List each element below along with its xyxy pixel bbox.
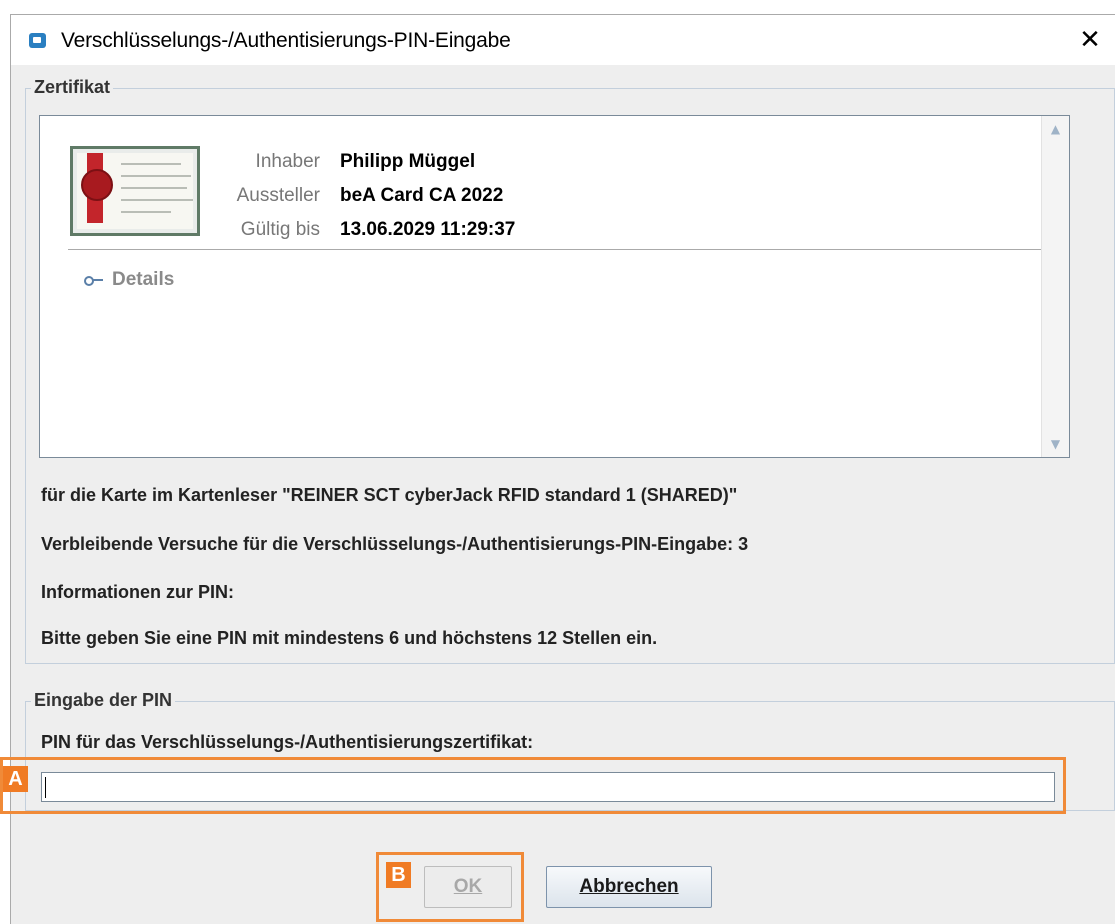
app-icon [29,33,46,48]
valid-until-value: 13.06.2029 11:29:37 [340,219,516,240]
annotation-a-marker: A [3,766,28,792]
valid-until-label: Gültig bis [240,219,320,240]
holder-value: Philipp Müggel [340,151,476,172]
pin-requirement-text: Bitte geben Sie eine PIN mit mindestens … [41,628,658,648]
scroll-up-icon[interactable]: ▲ [1042,116,1069,142]
title-bar: Verschlüsselungs-/Authentisierungs-PIN-E… [11,15,1115,65]
annotation-a-highlight [0,757,1066,814]
scroll-down-icon[interactable]: ▼ [1042,431,1069,457]
details-label: Details [112,269,175,290]
pin-field-label: PIN für das Verschlüsselungs-/Authentisi… [41,732,534,752]
pin-entry-group-legend: Eingabe der PIN [31,690,176,711]
window-title: Verschlüsselungs-/Authentisierungs-PIN-E… [61,29,511,52]
vertical-scrollbar[interactable]: ▲ ▼ [1041,116,1069,457]
card-reader-text: für die Karte im Kartenleser "REINER SCT… [41,485,738,505]
certificate-group-legend: Zertifikat [31,77,114,98]
seal-icon [81,169,113,201]
details-link[interactable]: Details [84,269,174,291]
issuer-label: Aussteller [236,185,320,206]
holder-label: Inhaber [255,151,320,172]
close-button[interactable]: ✕ [1073,23,1107,57]
certificate-panel: Inhaber Philipp Müggel Aussteller beA Ca… [39,115,1070,458]
key-icon [84,275,104,286]
annotation-b-marker: B [386,862,411,888]
issuer-value: beA Card CA 2022 [340,185,504,206]
cancel-button[interactable]: Abbrechen [546,866,712,908]
separator [68,249,1042,250]
remaining-attempts-text: Verbleibende Versuche für die Verschlüss… [41,534,749,554]
pin-info-heading: Informationen zur PIN: [41,582,234,602]
